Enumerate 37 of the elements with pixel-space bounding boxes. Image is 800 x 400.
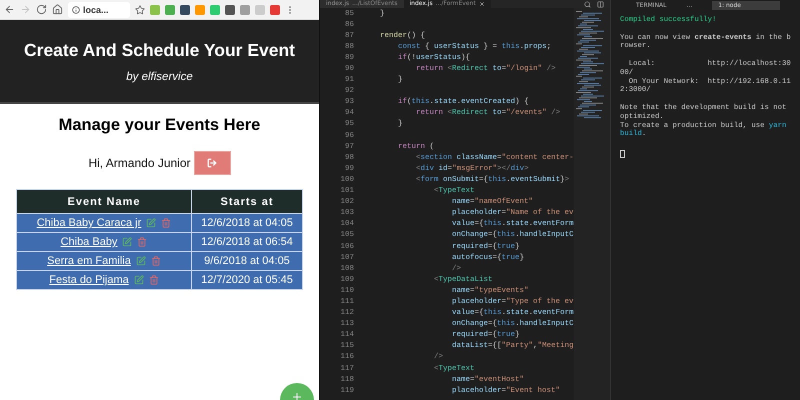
page-title: Create And Schedule Your Event [24,40,295,60]
column-header: Starts at [192,190,302,213]
close-icon[interactable] [478,1,485,7]
event-link[interactable]: Chiba Baby [60,236,118,248]
extension-icon[interactable] [225,4,235,14]
date-cell: 12/6/2018 at 06:54 [192,233,302,251]
greeting-text: Hi, Armando Junior [88,156,191,170]
edit-icon[interactable] [146,218,156,228]
date-cell: 12/7/2020 at 05:45 [192,271,302,289]
terminal-cursor [620,150,625,158]
event-link[interactable]: Chiba Baby Caraca jr [36,217,142,229]
address-bar[interactable]: loca... [68,2,130,18]
logout-icon [207,158,218,168]
edit-icon[interactable] [136,256,146,266]
search-icon[interactable] [584,0,591,8]
edit-icon[interactable] [122,237,132,247]
date-cell: 12/6/2018 at 04:05 [192,214,302,232]
home-icon[interactable] [52,4,63,15]
reload-icon[interactable] [36,4,47,15]
section-heading: Manage your Events Here [58,116,262,135]
back-icon[interactable] [4,4,15,15]
trash-icon[interactable] [150,256,161,266]
date-cell: 9/6/2018 at 04:05 [192,252,302,270]
page-subtitle: by elfiservice [126,70,193,82]
star-icon[interactable] [135,4,145,14]
extension-icon[interactable] [180,4,190,14]
event-link[interactable]: Festa do Pijama [49,274,129,286]
edit-icon[interactable] [134,275,144,285]
plus-icon [291,391,303,400]
logout-button[interactable] [194,151,231,175]
trash-icon[interactable] [161,218,172,228]
extension-icon[interactable] [270,4,280,14]
trash-icon[interactable] [137,237,148,247]
column-header: Event Name [17,190,191,213]
trash-icon[interactable] [148,275,159,285]
event-link[interactable]: Serra em Familia [47,255,131,267]
split-icon[interactable] [597,0,604,8]
